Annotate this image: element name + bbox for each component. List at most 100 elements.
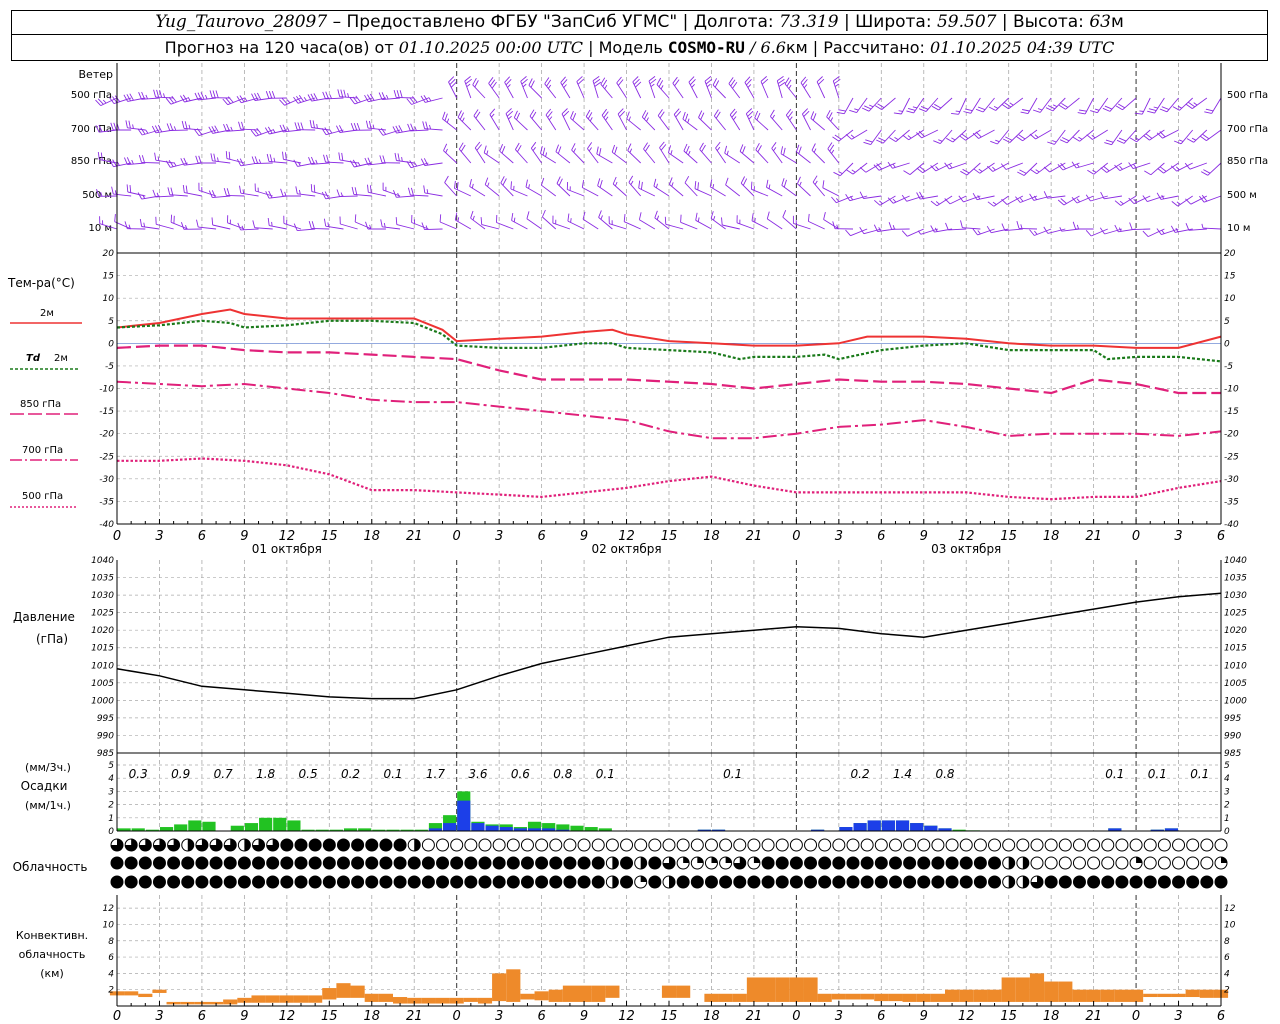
cloud-cover-marker	[832, 856, 846, 870]
wind-barb-feather	[680, 214, 682, 223]
wind-barb-feather	[849, 109, 857, 114]
hour-tick-label: 6	[1217, 529, 1225, 544]
wind-barb-feather	[429, 124, 432, 130]
y-tick-label: -5	[1224, 362, 1233, 372]
wind-barb-feather	[772, 114, 775, 119]
y-tick-label: 12	[103, 904, 115, 914]
wind-barb-feather	[457, 110, 462, 118]
temp-series-line	[116, 308, 1222, 349]
cloud-cover-marker	[393, 875, 407, 889]
wind-barb-feather	[410, 187, 414, 196]
wind-barb-feather	[747, 84, 752, 88]
cloud-cover-marker	[818, 875, 832, 889]
wind-barb-feather	[367, 94, 372, 102]
wind-barb-feather	[766, 179, 769, 188]
hour-tick-label: 9	[580, 529, 588, 544]
wind-barb-feather	[1139, 110, 1144, 112]
conv-cloud-bar	[1044, 981, 1059, 1002]
cloud-cover-marker	[1016, 838, 1030, 852]
wind-barb	[992, 162, 1009, 172]
wind-barb-feather	[522, 83, 527, 88]
cloud-cover-marker	[973, 856, 987, 870]
wind-barb-feather	[215, 90, 219, 98]
wind-barb-feather	[385, 94, 389, 100]
wind-barb	[782, 216, 797, 230]
y-tick-label: 1	[108, 814, 114, 824]
wind-barb-feather	[799, 181, 802, 186]
wind-barb	[1132, 228, 1151, 231]
wind-barb-feather	[170, 187, 174, 196]
wind-barb-feather	[859, 166, 867, 173]
hour-tick-label: 12	[958, 1009, 975, 1024]
hour-tick-label: 9	[920, 1009, 928, 1024]
wind-barb-feather	[888, 222, 893, 230]
wind-barb-feather	[123, 157, 128, 165]
cloud-cover-marker	[577, 856, 591, 870]
cloud-cover-marker	[704, 838, 718, 852]
wind-barb-feather	[351, 186, 355, 195]
wind-barb-feather	[828, 112, 833, 120]
wind-barb-feather	[444, 113, 448, 121]
hour-tick-label: 3	[1174, 1009, 1182, 1024]
precipitation-plot: 0.3 0.9 0.7 1.8 0.5 0.2 0.1 1.7 3.6 0.6 0.8 0.1 0.1 0…	[117, 767, 1209, 831]
conv-cloud-bar	[265, 995, 280, 1003]
cloud-cover-marker	[789, 838, 803, 852]
wind-barb-feather	[124, 221, 128, 229]
wind-level-label-right: 500 м	[1227, 190, 1257, 201]
y-tick-label: -20	[1224, 430, 1239, 440]
wind-barb	[1049, 162, 1066, 173]
wind-barb-feather	[694, 181, 697, 189]
wind-barb	[823, 219, 840, 230]
hour-tick-label: 3	[155, 1009, 163, 1024]
wind-barb-feather	[365, 221, 369, 230]
cloud-cover-marker	[832, 838, 846, 852]
wind-barb-feather	[851, 169, 856, 173]
cloud-cover-marker	[237, 875, 251, 889]
y-tick-label: 5	[1224, 317, 1230, 327]
wind-barb-feather	[931, 105, 939, 111]
cloud-cover-marker	[294, 875, 308, 889]
precip-3h-amount: 3.6	[468, 767, 487, 781]
cloud-cover-fill	[612, 857, 619, 869]
wind-barb-feather	[701, 144, 706, 152]
cloud-cover-marker	[393, 838, 407, 852]
wind-barb-feather	[341, 152, 344, 161]
wind-barb-feather	[876, 139, 884, 144]
wind-barb-feather	[641, 110, 647, 118]
y-tick-label: 10	[103, 294, 115, 304]
wind-barb-feather	[154, 152, 157, 161]
wind-barb-feather	[338, 152, 341, 160]
wind-barb-feather	[548, 84, 552, 89]
wind-barb-feather	[1173, 140, 1182, 145]
y-tick-label: 1010	[1224, 661, 1247, 671]
wind-barb-feather	[425, 225, 428, 230]
wind-barb-feather	[211, 217, 214, 226]
wind-barb-feather	[1178, 139, 1184, 142]
wind-barb-feather	[869, 104, 874, 108]
wind-barb-feather	[823, 211, 826, 220]
y-tick-label: -30	[1224, 475, 1239, 485]
wind-barb-feather	[1020, 111, 1029, 115]
wind-barb-feather	[627, 143, 632, 151]
wind-barb-feather	[629, 148, 633, 153]
wind-barb-feather	[329, 94, 332, 99]
wind-barb-feather	[638, 180, 641, 189]
wind-barb	[212, 224, 231, 230]
cloud-cover-marker	[464, 875, 478, 889]
wind-barb-feather	[623, 214, 626, 222]
wind-barb	[1006, 195, 1024, 205]
cloud-cover-marker	[1115, 838, 1129, 852]
wind-barb-feather	[990, 140, 998, 145]
wind-barb-feather	[444, 175, 449, 183]
wind-barb-feather	[268, 90, 273, 99]
y-tick-label: -10	[1224, 385, 1239, 395]
hour-tick-label: 6	[877, 1009, 885, 1024]
wind-barb-feather	[129, 93, 134, 101]
wind-barb-feather	[614, 181, 618, 187]
conv-cloud-bar	[761, 977, 776, 1002]
y-tick-label: 1030	[91, 591, 114, 601]
wind-barb-feather	[313, 184, 316, 193]
hour-tick-label: 9	[240, 529, 248, 544]
wind-barb-feather	[265, 91, 270, 99]
conv-cloud-bar	[945, 989, 960, 1002]
